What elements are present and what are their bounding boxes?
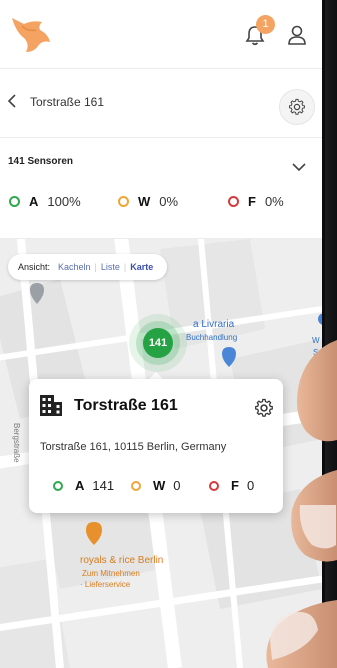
chevron-left-icon[interactable] (6, 93, 18, 109)
sensor-count: 141 Sensoren (8, 156, 74, 167)
stat-fault: F 0% (228, 194, 284, 209)
notification-badge: 1 (256, 15, 275, 34)
poi-restaurant-name[interactable]: royals & rice Berlin (80, 555, 163, 567)
status-ring (9, 196, 20, 207)
gear-icon[interactable] (254, 398, 274, 418)
poi-restaurant-sub2: · Lieferservice (80, 580, 131, 589)
view-toggle: Ansicht: Kacheln | Liste | Karte (8, 254, 168, 280)
location-popup[interactable]: Torstraße 161 Torstraße 161, 10115 Berli… (29, 379, 283, 513)
status-ring (228, 196, 239, 207)
user-icon[interactable] (286, 24, 308, 46)
view-option-liste[interactable]: Liste (97, 262, 124, 272)
gear-icon (289, 98, 305, 115)
app-screen: 1 Torstraße 161 141 Sensoren A 100% W 0%… (0, 0, 325, 668)
popup-title: Torstraße 161 (74, 397, 178, 414)
poi-restaurant-sub: Zum Mitnehmen (82, 569, 140, 578)
status-ring (53, 480, 63, 491)
view-option-karte[interactable]: Karte (126, 262, 157, 272)
sensor-cluster-marker[interactable]: 141 (128, 313, 188, 373)
poi-bookstore-name[interactable]: a Livraria (193, 319, 234, 330)
popup-address: Torstraße 161, 10115 Berlin, Germany (40, 441, 227, 453)
status-ring (131, 480, 141, 491)
view-option-kacheln[interactable]: Kacheln (54, 262, 95, 272)
popup-stat-warning: W 0 (131, 478, 181, 493)
page-title: Torstraße 161 (30, 95, 105, 109)
fox-logo-icon[interactable] (8, 12, 52, 54)
stat-active: A 100% (9, 194, 81, 209)
status-ring (118, 196, 129, 207)
poi-edge-letter: W (312, 336, 320, 345)
poi-edge-letter-s: S (313, 348, 319, 357)
status-ring (209, 480, 219, 491)
cluster-count: 141 (148, 337, 168, 349)
stat-warning: W 0% (118, 194, 178, 209)
building-icon (40, 395, 62, 416)
settings-button[interactable] (279, 89, 315, 125)
breadcrumb: Torstraße 161 (0, 69, 322, 138)
street-label: Bergstraße (12, 423, 21, 463)
poi-bookstore-type: Buchhandlung (186, 333, 238, 342)
app-header: 1 (0, 0, 322, 69)
popup-stat-active: A 141 (53, 478, 114, 493)
chevron-down-icon[interactable] (292, 162, 306, 172)
popup-stat-fault: F 0 (209, 478, 254, 493)
sensor-summary: 141 Sensoren A 100% W 0% F 0% (0, 138, 322, 239)
